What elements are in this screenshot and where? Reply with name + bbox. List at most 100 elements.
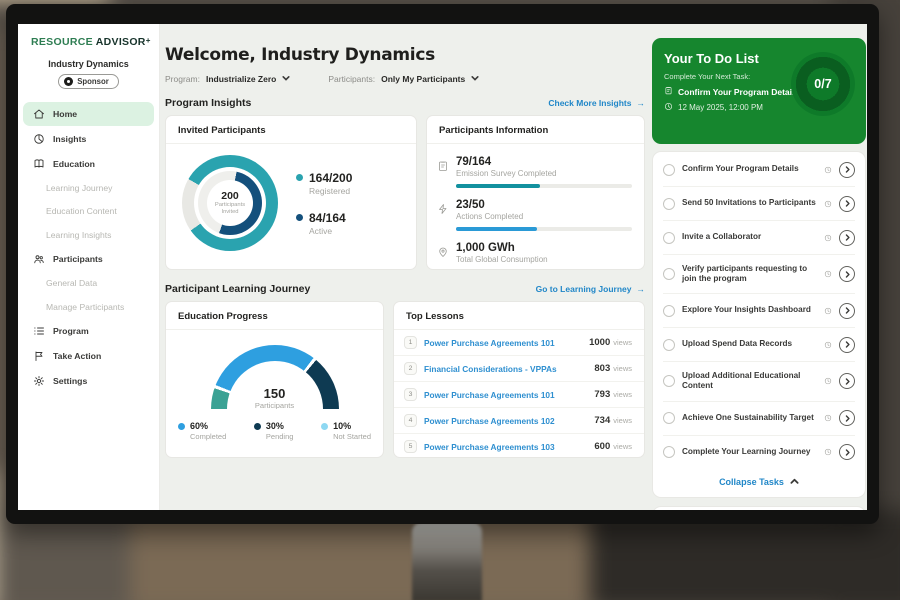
sidebar-item-label: Education	[53, 159, 95, 169]
program-filter-dropdown[interactable]: Program: Industrialize Zero	[165, 74, 290, 84]
education-participants-label: Participants	[211, 401, 339, 409]
sidebar-item-manage-participants[interactable]: Manage Participants	[18, 295, 159, 319]
views-suffix: views	[613, 390, 632, 399]
sidebar-nav: Home Insights Education Learning Journey…	[18, 102, 159, 394]
pending-label: Pending	[266, 432, 294, 441]
sidebar-item-label: Program	[53, 326, 89, 336]
check-more-insights-link[interactable]: Check More Insights →	[548, 98, 645, 108]
sidebar-item-education-content[interactable]: Education Content	[18, 200, 159, 224]
legend-entry-not-started: 10% Not Started	[321, 421, 371, 441]
sidebar-item-label: Learning Insights	[46, 230, 111, 240]
active-label: Active	[309, 226, 346, 236]
participants-filter-dropdown[interactable]: Participants: Only My Participants	[328, 74, 479, 84]
lesson-link[interactable]: Financial Considerations - VPPAs	[424, 364, 587, 374]
registered-value: 164/200	[309, 171, 352, 185]
recent-news-card: Recent News	[652, 506, 866, 510]
todo-checkbox[interactable]	[663, 164, 675, 176]
todo-checkbox[interactable]	[663, 268, 675, 280]
background-blob	[0, 0, 110, 2]
sidebar-item-program[interactable]: Program	[18, 319, 159, 344]
monitor-stand	[412, 522, 482, 600]
active-value: 84/164	[309, 211, 346, 225]
learning-journey-header: Participant Learning Journey Go to Learn…	[165, 283, 645, 295]
todo-item-open-button[interactable]	[839, 230, 855, 246]
actions-completed-label: Actions Completed	[456, 212, 632, 221]
sidebar-item-home[interactable]: Home	[23, 102, 154, 126]
lesson-link[interactable]: Power Purchase Agreements 101	[424, 390, 587, 400]
todo-item: Explore Your Insights Dashboard	[663, 294, 855, 328]
lesson-link[interactable]: Power Purchase Agreements 101	[424, 338, 582, 348]
collapse-tasks-link[interactable]: Collapse Tasks	[663, 469, 855, 496]
lesson-views-count: 1000	[589, 337, 610, 348]
todo-checkbox[interactable]	[663, 375, 675, 387]
clock-icon	[824, 307, 832, 315]
sidebar-item-label: Home	[53, 109, 77, 119]
todo-item-label: Confirm Your Program Details	[682, 164, 817, 175]
sidebar-item-settings[interactable]: Settings	[18, 369, 159, 394]
invited-total: 200	[221, 190, 239, 202]
todo-checkbox[interactable]	[663, 305, 675, 317]
sidebar-item-insights[interactable]: Insights	[18, 126, 159, 151]
todo-item-open-button[interactable]	[839, 266, 855, 282]
participants-icon	[33, 253, 45, 265]
settings-icon	[33, 375, 45, 387]
legend-entry-registered: 164/200 Registered	[296, 171, 352, 196]
sidebar-item-general-data[interactable]: General Data	[18, 272, 159, 296]
program-insights-header: Program Insights Check More Insights →	[165, 97, 645, 109]
todo-item-open-button[interactable]	[839, 373, 855, 389]
todo-checkbox[interactable]	[663, 412, 675, 424]
todo-item-open-button[interactable]	[839, 162, 855, 178]
todo-checkbox[interactable]	[663, 198, 675, 210]
todo-item-open-button[interactable]	[839, 196, 855, 212]
arrow-right-icon: →	[637, 284, 646, 294]
todo-hero-card: Your To Do List Complete Your Next Task:…	[652, 38, 866, 144]
todo-item-label: Send 50 Invitations to Participants	[682, 198, 817, 209]
arrow-right-icon: →	[637, 98, 646, 108]
sponsor-badge[interactable]: Sponsor	[58, 74, 119, 89]
clock-icon	[824, 341, 832, 349]
todo-item-open-button[interactable]	[839, 410, 855, 426]
todo-item: Verify participants requesting to join t…	[663, 255, 855, 294]
section-title-program-insights: Program Insights	[165, 97, 251, 109]
education-progress-gauge-chart: 150 Participants	[211, 345, 339, 409]
todo-item: Invite a Collaborator	[663, 221, 855, 255]
todo-item-open-button[interactable]	[839, 337, 855, 353]
legend-dot	[296, 174, 303, 181]
todo-checkbox[interactable]	[663, 339, 675, 351]
todo-checkbox[interactable]	[663, 446, 675, 458]
lesson-rank: 3	[404, 388, 417, 401]
todo-item-open-button[interactable]	[839, 444, 855, 460]
insights-cards-row: Invited Participants 200 Participants In…	[165, 115, 645, 270]
logo-part-advisor: ADVISOR	[96, 36, 146, 48]
legend-dot	[254, 423, 261, 430]
pending-pct: 30%	[266, 421, 294, 431]
todo-list-card: Confirm Your Program Details Send 50 Inv…	[652, 151, 866, 498]
todo-item-label: Invite a Collaborator	[682, 232, 817, 243]
actions-completed-value: 23/50	[456, 199, 632, 211]
legend-dot	[321, 423, 328, 430]
lesson-link[interactable]: Power Purchase Agreements 102	[424, 416, 587, 426]
sidebar-item-education[interactable]: Education	[18, 151, 159, 176]
sidebar-item-learning-insights[interactable]: Learning Insights	[18, 223, 159, 247]
todo-item-open-button[interactable]	[839, 303, 855, 319]
sidebar-item-label: General Data	[46, 278, 97, 288]
lesson-link[interactable]: Power Purchase Agreements 103	[424, 442, 587, 452]
sidebar-item-learning-journey[interactable]: Learning Journey	[18, 176, 159, 200]
todo-next-task-label: Confirm Your Program Details	[678, 87, 799, 97]
org-name: Industry Dynamics	[18, 59, 159, 69]
sidebar-item-label: Insights	[53, 134, 86, 144]
logo-plus: +	[146, 36, 151, 45]
sidebar-item-take-action[interactable]: Take Action	[18, 344, 159, 369]
sponsor-badge-icon	[64, 77, 73, 86]
lesson-row: 1 Power Purchase Agreements 101 1000view…	[394, 330, 644, 356]
sidebar-item-participants[interactable]: Participants	[18, 247, 159, 272]
not-started-label: Not Started	[333, 432, 371, 441]
resource-advisor-logo: RESOURCE ADVISOR+	[31, 36, 159, 48]
program-icon	[33, 325, 45, 337]
clock-icon	[824, 270, 832, 278]
clipboard-icon	[664, 86, 673, 97]
info-row-actions: 23/50 Actions Completed	[437, 195, 632, 238]
go-to-learning-journey-link[interactable]: Go to Learning Journey →	[536, 284, 645, 294]
todo-checkbox[interactable]	[663, 232, 675, 244]
invited-total-label: Participants Invited	[211, 202, 249, 216]
